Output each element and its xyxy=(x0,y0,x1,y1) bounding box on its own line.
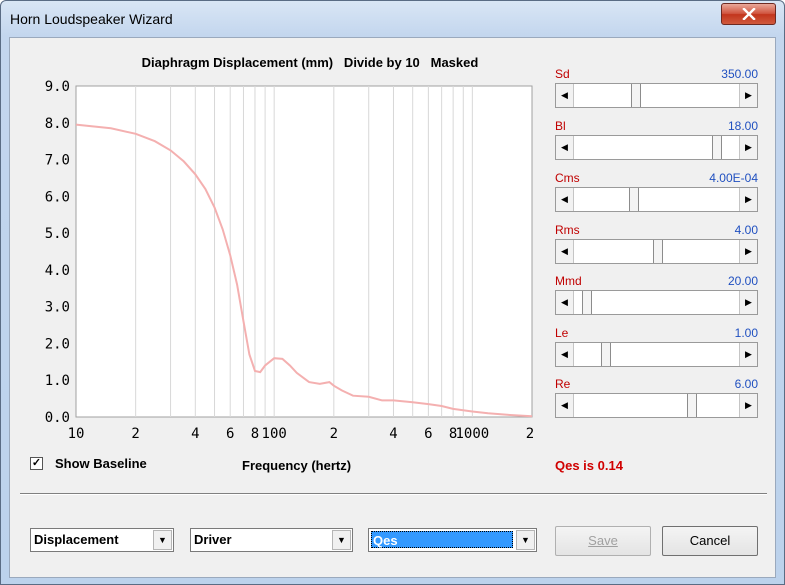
x-tick-label: 1000 xyxy=(455,426,489,442)
show-baseline-checkbox[interactable]: ✓ xyxy=(30,457,43,470)
param-value-label: 350.00 xyxy=(721,67,758,81)
arrow-right-icon[interactable]: ▶ xyxy=(739,188,757,211)
chevron-down-icon[interactable]: ▼ xyxy=(332,530,351,550)
y-tick-label: 2.0 xyxy=(45,336,70,352)
param-name-label: Rms xyxy=(555,223,580,237)
parameter-select[interactable]: Qes ▼ xyxy=(368,528,537,552)
x-tick-label: 2 xyxy=(526,426,534,442)
y-tick-label: 0.0 xyxy=(45,410,70,426)
cancel-button[interactable]: Cancel xyxy=(662,526,758,556)
x-tick-label: 100 xyxy=(262,426,287,442)
param-scrollbar[interactable]: ◀ ▶ xyxy=(555,239,758,264)
param-scrollbar[interactable]: ◀ ▶ xyxy=(555,342,758,367)
y-tick-label: 7.0 xyxy=(45,153,70,169)
show-baseline-label: Show Baseline xyxy=(55,456,147,471)
x-tick-label: 6 xyxy=(226,426,234,442)
arrow-right-icon[interactable]: ▶ xyxy=(739,84,757,107)
param-scrollbar[interactable]: ◀ ▶ xyxy=(555,290,758,315)
arrow-left-icon[interactable]: ◀ xyxy=(556,188,574,211)
param-value-label: 20.00 xyxy=(727,274,758,288)
display-mode-value: Displacement xyxy=(34,532,119,547)
show-baseline-option[interactable]: ✓ Show Baseline xyxy=(30,456,147,471)
x-tick-label: 4 xyxy=(389,426,397,442)
x-tick-label: 10 xyxy=(68,426,85,442)
param-value-label: 18.00 xyxy=(727,119,758,133)
param-value-label: 4.00 xyxy=(734,223,758,237)
arrow-left-icon[interactable]: ◀ xyxy=(556,136,574,159)
param-value-label: 6.00 xyxy=(734,377,758,391)
param-name-label: Mmd xyxy=(555,274,582,288)
scrollbar-thumb[interactable] xyxy=(600,343,611,366)
arrow-right-icon[interactable]: ▶ xyxy=(739,240,757,263)
displacement-chart: 0.01.02.03.04.05.06.07.08.09.0 10 2 4 6 8 100… xyxy=(45,79,535,442)
scrollbar-thumb[interactable] xyxy=(630,84,641,107)
param-name-label: Sd xyxy=(555,67,570,81)
close-icon xyxy=(741,8,756,20)
arrow-left-icon[interactable]: ◀ xyxy=(556,240,574,263)
display-mode-select[interactable]: Displacement ▼ xyxy=(30,528,174,552)
close-button[interactable] xyxy=(721,3,776,25)
y-tick-label: 6.0 xyxy=(45,189,70,205)
title-bar: Horn Loudspeaker Wizard xyxy=(1,1,784,37)
scrollbar-thumb[interactable] xyxy=(628,188,639,211)
qes-status: Qes is 0.14 xyxy=(555,458,623,473)
save-button[interactable]: Save xyxy=(555,526,651,556)
param-value-label: 4.00E-04 xyxy=(709,171,758,185)
x-tick-label: 8 xyxy=(251,426,259,442)
source-select[interactable]: Driver ▼ xyxy=(190,528,353,552)
param-scrollbar[interactable]: ◀ ▶ xyxy=(555,187,758,212)
y-tick-label: 8.0 xyxy=(45,116,70,132)
scrollbar-thumb[interactable] xyxy=(687,394,698,417)
arrow-left-icon[interactable]: ◀ xyxy=(556,343,574,366)
scrollbar-thumb[interactable] xyxy=(581,291,592,314)
scrollbar-thumb[interactable] xyxy=(712,136,723,159)
arrow-left-icon[interactable]: ◀ xyxy=(556,394,574,417)
dialog-window: Horn Loudspeaker Wizard Diaphragm Displa… xyxy=(0,0,785,585)
window-title: Horn Loudspeaker Wizard xyxy=(10,11,173,27)
param-name-label: Re xyxy=(555,377,571,391)
arrow-left-icon[interactable]: ◀ xyxy=(556,84,574,107)
divider xyxy=(20,493,767,495)
chevron-down-icon[interactable]: ▼ xyxy=(153,530,172,550)
scrollbar-thumb[interactable] xyxy=(652,240,663,263)
x-axis-label: Frequency (hertz) xyxy=(242,458,352,473)
y-tick-label: 5.0 xyxy=(45,226,70,242)
arrow-right-icon[interactable]: ▶ xyxy=(739,136,757,159)
chevron-down-icon[interactable]: ▼ xyxy=(516,530,535,550)
param-name-label: Bl xyxy=(555,119,566,133)
y-tick-label: 4.0 xyxy=(45,263,70,279)
parameter-value: Qes xyxy=(371,531,513,548)
x-tick-label: 2 xyxy=(131,426,139,442)
param-scrollbar[interactable]: ◀ ▶ xyxy=(555,393,758,418)
arrow-left-icon[interactable]: ◀ xyxy=(556,291,574,314)
arrow-right-icon[interactable]: ▶ xyxy=(739,343,757,366)
param-name-label: Le xyxy=(555,326,569,340)
param-scrollbar[interactable]: ◀ ▶ xyxy=(555,83,758,108)
y-tick-label: 1.0 xyxy=(45,373,70,389)
y-tick-label: 9.0 xyxy=(45,79,70,95)
dialog-client: Diaphragm Displacement (mm) Divide by 10… xyxy=(9,37,776,578)
param-value-label: 1.00 xyxy=(734,326,758,340)
y-tick-label: 3.0 xyxy=(45,300,70,316)
x-tick-label: 2 xyxy=(330,426,338,442)
arrow-right-icon[interactable]: ▶ xyxy=(739,291,757,314)
source-value: Driver xyxy=(194,532,232,547)
param-name-label: Cms xyxy=(555,171,580,185)
param-scrollbar[interactable]: ◀ ▶ xyxy=(555,135,758,160)
x-tick-label: 4 xyxy=(191,426,199,442)
arrow-right-icon[interactable]: ▶ xyxy=(739,394,757,417)
x-tick-label: 6 xyxy=(424,426,432,442)
